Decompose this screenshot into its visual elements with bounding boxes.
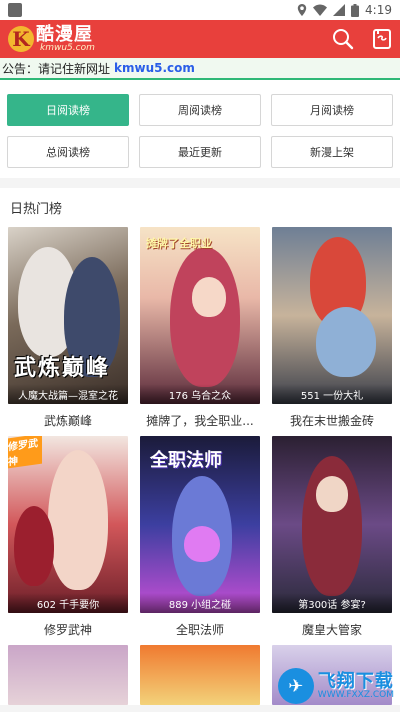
- watermark-logo-icon: ✈: [277, 668, 314, 704]
- app-header: K 酷漫屋 kmwu5.com: [0, 20, 400, 58]
- watermark-name: 飞翔下载: [317, 670, 394, 692]
- cover-title: 武炼巅峰: [14, 355, 111, 381]
- notification-icon: [8, 3, 22, 17]
- comic-title[interactable]: 摊牌了，我全职业...: [140, 404, 260, 436]
- location-icon: [297, 4, 307, 16]
- app-name: 酷漫屋: [36, 23, 93, 45]
- comic-cover[interactable]: 全职法师 889 小组之碰: [140, 436, 260, 613]
- comic-title[interactable]: 全职法师: [140, 613, 260, 645]
- tab-daily-ranking[interactable]: 日阅读榜: [7, 94, 129, 126]
- status-time: 4:19: [365, 3, 392, 17]
- comic-cover[interactable]: 摊牌了全职业 176 乌合之众: [140, 227, 260, 404]
- comic-card[interactable]: [8, 645, 128, 705]
- comic-cover[interactable]: [8, 645, 128, 705]
- comic-cover[interactable]: 武炼巅峰 人魔大战篇—混室之花: [8, 227, 128, 404]
- cover-title: 修罗武神: [8, 436, 42, 469]
- latest-chapter: 889 小组之碰: [140, 593, 260, 613]
- latest-chapter: 176 乌合之众: [140, 384, 260, 404]
- ranking-tabs: 日阅读榜 周阅读榜 月阅读榜 总阅读榜 最近更新 新漫上架: [0, 80, 400, 178]
- site-watermark: ✈ 飞翔下载 WWW.FXXZ.COM: [277, 668, 394, 704]
- cover-title: 摊牌了全职业: [146, 237, 212, 250]
- comic-title[interactable]: 武炼巅峰: [8, 404, 128, 436]
- wifi-icon: [313, 4, 328, 16]
- announcement-bar: 公告：请记住新网址 kmwu5.com: [0, 58, 400, 80]
- logo-badge: K: [8, 26, 34, 52]
- tab-monthly-ranking[interactable]: 月阅读榜: [271, 94, 393, 126]
- battery-icon: [351, 3, 360, 17]
- comic-title[interactable]: 魔皇大管家: [272, 613, 392, 645]
- comic-card[interactable]: 摊牌了全职业 176 乌合之众 摊牌了，我全职业...: [140, 227, 260, 436]
- latest-chapter: 602 千手要你: [8, 593, 128, 613]
- comic-title[interactable]: 我在末世搬金砖: [272, 404, 392, 436]
- announcement-text: 公告：请记住新网址: [2, 61, 111, 76]
- announcement-link[interactable]: kmwu5.com: [114, 61, 195, 75]
- comic-grid: 武炼巅峰 人魔大战篇—混室之花 武炼巅峰 摊牌了全职业 176 乌合之众 摊牌了…: [0, 227, 400, 705]
- daily-hot-section: 日热门榜 武炼巅峰 人魔大战篇—混室之花 武炼巅峰 摊牌了全职业 176 乌合之…: [0, 188, 400, 705]
- comic-card[interactable]: 551 一份大礼 我在末世搬金砖: [272, 227, 392, 436]
- tab-total-ranking[interactable]: 总阅读榜: [7, 136, 129, 168]
- comic-card[interactable]: 修罗武神 602 千手要你 修罗武神: [8, 436, 128, 645]
- tab-recent-updates[interactable]: 最近更新: [139, 136, 261, 168]
- comic-card[interactable]: 第300话 参宴? 魔皇大管家: [272, 436, 392, 645]
- app-logo[interactable]: K 酷漫屋 kmwu5.com: [8, 23, 95, 53]
- latest-chapter: 人魔大战篇—混室之花: [8, 384, 128, 404]
- comic-title[interactable]: 修罗武神: [8, 613, 128, 645]
- app-domain: kmwu5.com: [40, 42, 95, 53]
- tab-weekly-ranking[interactable]: 周阅读榜: [139, 94, 261, 126]
- comic-card[interactable]: [140, 645, 260, 705]
- latest-chapter: 第300话 参宴?: [272, 593, 392, 613]
- comic-cover[interactable]: 修罗武神 602 千手要你: [8, 436, 128, 613]
- comic-cover[interactable]: 551 一份大礼: [272, 227, 392, 404]
- search-icon[interactable]: [332, 28, 354, 50]
- bookshelf-icon[interactable]: [372, 28, 392, 50]
- status-right: 4:19: [297, 3, 392, 17]
- comic-card[interactable]: 全职法师 889 小组之碰 全职法师: [140, 436, 260, 645]
- latest-chapter: 551 一份大礼: [272, 384, 392, 404]
- comic-cover[interactable]: 第300话 参宴?: [272, 436, 392, 613]
- tab-new-releases[interactable]: 新漫上架: [271, 136, 393, 168]
- watermark-url: WWW.FXXZ.COM: [317, 689, 394, 700]
- comic-card[interactable]: 武炼巅峰 人魔大战篇—混室之花 武炼巅峰: [8, 227, 128, 436]
- comic-cover[interactable]: [140, 645, 260, 705]
- section-title: 日热门榜: [10, 202, 63, 217]
- signal-icon: [333, 4, 346, 16]
- cover-title: 全职法师: [150, 450, 222, 471]
- status-bar: 4:19: [0, 0, 400, 20]
